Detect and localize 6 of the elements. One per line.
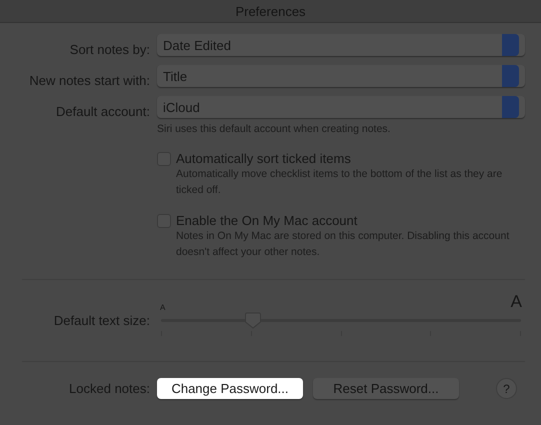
- help-button[interactable]: ?: [496, 378, 517, 399]
- popup-button[interactable]: Title: [157, 65, 525, 87]
- popup-button[interactable]: Date Edited: [157, 34, 525, 56]
- popup-button[interactable]: iCloud: [157, 96, 525, 118]
- password-button[interactable]: Reset Password...: [313, 378, 459, 399]
- password-button[interactable]: Change Password...: [157, 378, 303, 399]
